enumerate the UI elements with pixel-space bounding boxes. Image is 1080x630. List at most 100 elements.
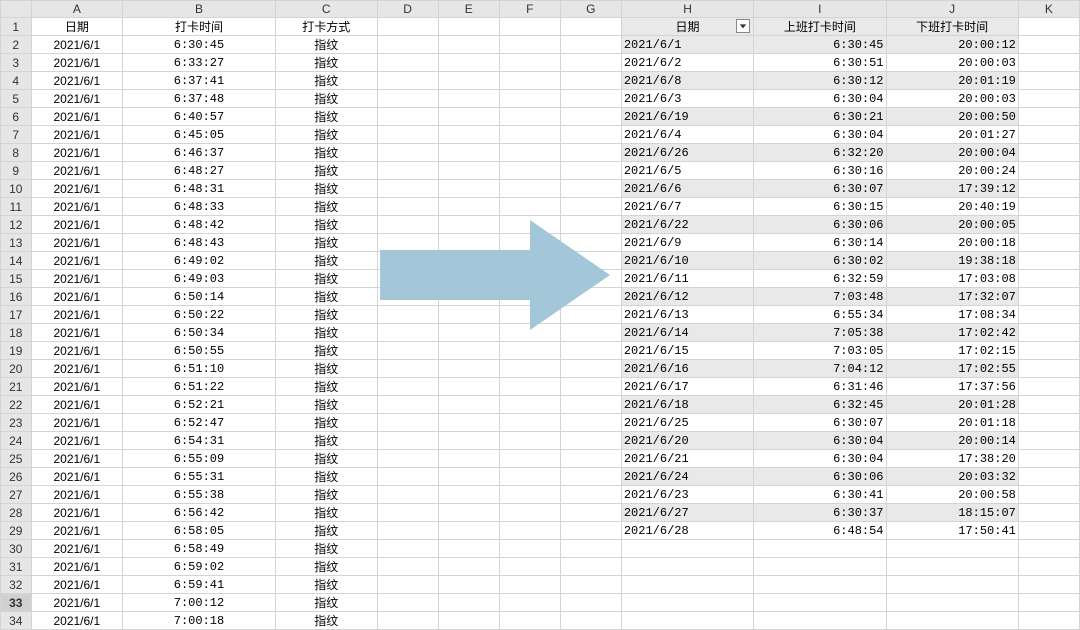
cell-A4[interactable]: 2021/6/1 xyxy=(31,72,123,90)
cell-B2[interactable]: 6:30:45 xyxy=(123,36,276,54)
cell-B5[interactable]: 6:37:48 xyxy=(123,90,276,108)
cell-B25[interactable]: 6:55:09 xyxy=(123,450,276,468)
cell-E7[interactable] xyxy=(438,126,499,144)
cell-E12[interactable] xyxy=(438,216,499,234)
cell-I22[interactable]: 6:32:45 xyxy=(754,396,886,414)
col-header-I[interactable]: I xyxy=(754,1,886,18)
cell-H30[interactable] xyxy=(621,540,753,558)
cell-D5[interactable] xyxy=(377,90,438,108)
cell-B24[interactable]: 6:54:31 xyxy=(123,432,276,450)
cell-A32[interactable]: 2021/6/1 xyxy=(31,576,123,594)
cell-H8[interactable]: 2021/6/26 xyxy=(621,144,753,162)
cell-K5[interactable] xyxy=(1018,90,1079,108)
col-header-G[interactable]: G xyxy=(560,1,621,18)
cell-C11[interactable]: 指纹 xyxy=(275,198,377,216)
cell-K21[interactable] xyxy=(1018,378,1079,396)
cell-F33[interactable] xyxy=(499,594,560,612)
cell-F28[interactable] xyxy=(499,504,560,522)
cell-F8[interactable] xyxy=(499,144,560,162)
cell-G32[interactable] xyxy=(560,576,621,594)
cell-G20[interactable] xyxy=(560,360,621,378)
cell-G13[interactable] xyxy=(560,234,621,252)
cell-B27[interactable]: 6:55:38 xyxy=(123,486,276,504)
cell-A33[interactable]: 2021/6/1 xyxy=(31,594,123,612)
cell-J17[interactable]: 17:08:34 xyxy=(886,306,1018,324)
cell-I5[interactable]: 6:30:04 xyxy=(754,90,886,108)
cell-C24[interactable]: 指纹 xyxy=(275,432,377,450)
cell-G34[interactable] xyxy=(560,612,621,630)
cell-D32[interactable] xyxy=(377,576,438,594)
cell-D25[interactable] xyxy=(377,450,438,468)
cell-H23[interactable]: 2021/6/25 xyxy=(621,414,753,432)
cell-J13[interactable]: 20:00:18 xyxy=(886,234,1018,252)
row-header-9[interactable]: 9 xyxy=(1,162,32,180)
row-header-15[interactable]: 15 xyxy=(1,270,32,288)
cell-F20[interactable] xyxy=(499,360,560,378)
cell-H2[interactable]: 2021/6/1 xyxy=(621,36,753,54)
cell-B32[interactable]: 6:59:41 xyxy=(123,576,276,594)
cell-K4[interactable] xyxy=(1018,72,1079,90)
cell-H17[interactable]: 2021/6/13 xyxy=(621,306,753,324)
cell-J6[interactable]: 20:00:50 xyxy=(886,108,1018,126)
cell-I33[interactable] xyxy=(754,594,886,612)
cell-K16[interactable] xyxy=(1018,288,1079,306)
cell-E2[interactable] xyxy=(438,36,499,54)
cell-F14[interactable] xyxy=(499,252,560,270)
cell-D28[interactable] xyxy=(377,504,438,522)
cell-F23[interactable] xyxy=(499,414,560,432)
cell-E25[interactable] xyxy=(438,450,499,468)
cell-A6[interactable]: 2021/6/1 xyxy=(31,108,123,126)
cell-B33[interactable]: 7:00:12 xyxy=(123,594,276,612)
cell-D17[interactable] xyxy=(377,306,438,324)
cell-C23[interactable]: 指纹 xyxy=(275,414,377,432)
cell-C4[interactable]: 指纹 xyxy=(275,72,377,90)
cell-J2[interactable]: 20:00:12 xyxy=(886,36,1018,54)
cell-D26[interactable] xyxy=(377,468,438,486)
cell-H28[interactable]: 2021/6/27 xyxy=(621,504,753,522)
col-header-F[interactable]: F xyxy=(499,1,560,18)
cell-E15[interactable] xyxy=(438,270,499,288)
cell-A21[interactable]: 2021/6/1 xyxy=(31,378,123,396)
row-header-28[interactable]: 28 xyxy=(1,504,32,522)
cell-J27[interactable]: 20:00:58 xyxy=(886,486,1018,504)
cell-I19[interactable]: 7:03:05 xyxy=(754,342,886,360)
cell-J21[interactable]: 17:37:56 xyxy=(886,378,1018,396)
cell-I18[interactable]: 7:05:38 xyxy=(754,324,886,342)
cell-J4[interactable]: 20:01:19 xyxy=(886,72,1018,90)
cell-D11[interactable] xyxy=(377,198,438,216)
cell-J11[interactable]: 20:40:19 xyxy=(886,198,1018,216)
cell-J7[interactable]: 20:01:27 xyxy=(886,126,1018,144)
cell-D29[interactable] xyxy=(377,522,438,540)
cell-J32[interactable] xyxy=(886,576,1018,594)
cell-K19[interactable] xyxy=(1018,342,1079,360)
cell-C18[interactable]: 指纹 xyxy=(275,324,377,342)
cell-B26[interactable]: 6:55:31 xyxy=(123,468,276,486)
cell-B4[interactable]: 6:37:41 xyxy=(123,72,276,90)
cell-B23[interactable]: 6:52:47 xyxy=(123,414,276,432)
cell-I11[interactable]: 6:30:15 xyxy=(754,198,886,216)
cell-A24[interactable]: 2021/6/1 xyxy=(31,432,123,450)
cell-B19[interactable]: 6:50:55 xyxy=(123,342,276,360)
cell-H32[interactable] xyxy=(621,576,753,594)
cell-I1[interactable]: 上班打卡时间 xyxy=(754,18,886,36)
cell-F18[interactable] xyxy=(499,324,560,342)
col-header-D[interactable]: D xyxy=(377,1,438,18)
cell-B15[interactable]: 6:49:03 xyxy=(123,270,276,288)
cell-E8[interactable] xyxy=(438,144,499,162)
cell-I20[interactable]: 7:04:12 xyxy=(754,360,886,378)
cell-G11[interactable] xyxy=(560,198,621,216)
row-header-11[interactable]: 11 xyxy=(1,198,32,216)
cell-E32[interactable] xyxy=(438,576,499,594)
cell-K28[interactable] xyxy=(1018,504,1079,522)
cell-J14[interactable]: 19:38:18 xyxy=(886,252,1018,270)
cell-C9[interactable]: 指纹 xyxy=(275,162,377,180)
col-header-A[interactable]: A xyxy=(31,1,123,18)
cell-C34[interactable]: 指纹 xyxy=(275,612,377,630)
cell-I17[interactable]: 6:55:34 xyxy=(754,306,886,324)
cell-E3[interactable] xyxy=(438,54,499,72)
cell-F22[interactable] xyxy=(499,396,560,414)
cell-K32[interactable] xyxy=(1018,576,1079,594)
cell-A19[interactable]: 2021/6/1 xyxy=(31,342,123,360)
cell-K10[interactable] xyxy=(1018,180,1079,198)
cell-G17[interactable] xyxy=(560,306,621,324)
